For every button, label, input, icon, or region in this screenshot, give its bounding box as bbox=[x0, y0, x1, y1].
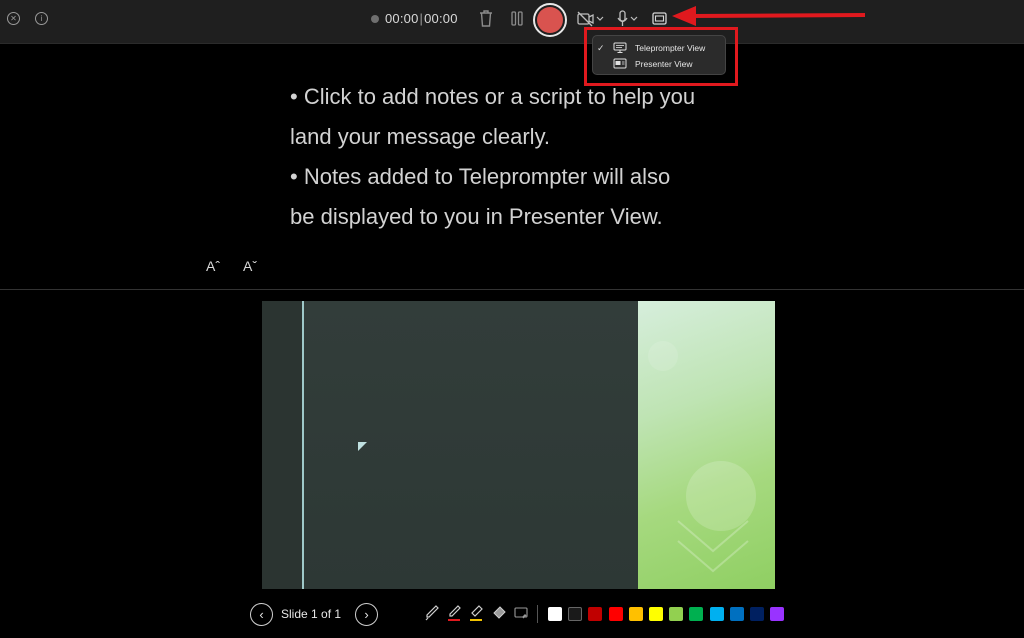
pen-tool-icon[interactable] bbox=[425, 605, 439, 621]
trash-icon[interactable] bbox=[479, 10, 493, 27]
camera-off-icon[interactable] bbox=[577, 11, 605, 27]
info-icon[interactable]: i bbox=[35, 12, 48, 25]
color-swatch[interactable] bbox=[669, 607, 683, 621]
pointer-cursor-icon bbox=[358, 442, 367, 451]
divider bbox=[0, 289, 1024, 290]
decorative-chevrons bbox=[677, 520, 749, 573]
recording-status-dot bbox=[371, 15, 379, 23]
increase-font-button[interactable]: Aˆ bbox=[206, 258, 220, 274]
close-icon[interactable]: ✕ bbox=[7, 12, 20, 25]
record-button[interactable] bbox=[533, 3, 567, 37]
recording-timer: 00:00|00:00 bbox=[385, 11, 458, 26]
notes-line: be displayed to you in Presenter View. bbox=[290, 204, 663, 229]
slide-preview bbox=[262, 301, 775, 589]
highlighter-tool-icon[interactable] bbox=[469, 605, 483, 621]
microphone-icon[interactable] bbox=[616, 10, 640, 28]
color-swatch[interactable] bbox=[548, 607, 562, 621]
next-slide-button[interactable]: › bbox=[355, 603, 378, 626]
slide-body bbox=[304, 301, 638, 589]
notes-line: • Click to add notes or a script to help… bbox=[290, 84, 696, 109]
previous-slide-button[interactable]: ‹ bbox=[250, 603, 273, 626]
color-swatch[interactable] bbox=[629, 607, 643, 621]
notes-line: land your message clearly. bbox=[290, 124, 551, 149]
color-swatch[interactable] bbox=[568, 607, 582, 621]
slide-green-panel bbox=[638, 301, 775, 589]
annotation-arrow-icon bbox=[672, 6, 866, 26]
color-swatch[interactable] bbox=[649, 607, 663, 621]
decrease-font-button[interactable]: Aˇ bbox=[243, 258, 257, 274]
speaker-notes[interactable]: • Click to add notes or a script to help… bbox=[290, 77, 760, 237]
eraser-tool-icon[interactable] bbox=[492, 605, 506, 621]
color-swatch[interactable] bbox=[609, 607, 623, 621]
toolbar-separator bbox=[537, 605, 538, 623]
pause-icon[interactable] bbox=[511, 11, 523, 26]
notes-line: • Notes added to Teleprompter will also bbox=[290, 164, 671, 189]
color-swatch[interactable] bbox=[710, 607, 724, 621]
color-swatch[interactable] bbox=[730, 607, 744, 621]
top-toolbar: ✕ i 00:00|00:00 bbox=[0, 0, 1024, 44]
clear-ink-tool-icon[interactable] bbox=[514, 605, 528, 621]
timer-total: 00:00 bbox=[424, 11, 458, 26]
color-swatch[interactable] bbox=[770, 607, 784, 621]
decorative-circle bbox=[648, 341, 678, 371]
color-swatch[interactable] bbox=[588, 607, 602, 621]
record-icon bbox=[537, 7, 563, 33]
color-swatch[interactable] bbox=[689, 607, 703, 621]
pen-red-tool-icon[interactable] bbox=[447, 605, 461, 621]
timer-elapsed: 00:00 bbox=[385, 11, 419, 26]
slide-left-strip bbox=[262, 301, 302, 589]
slide-counter: Slide 1 of 1 bbox=[281, 607, 342, 621]
color-swatch[interactable] bbox=[750, 607, 764, 621]
